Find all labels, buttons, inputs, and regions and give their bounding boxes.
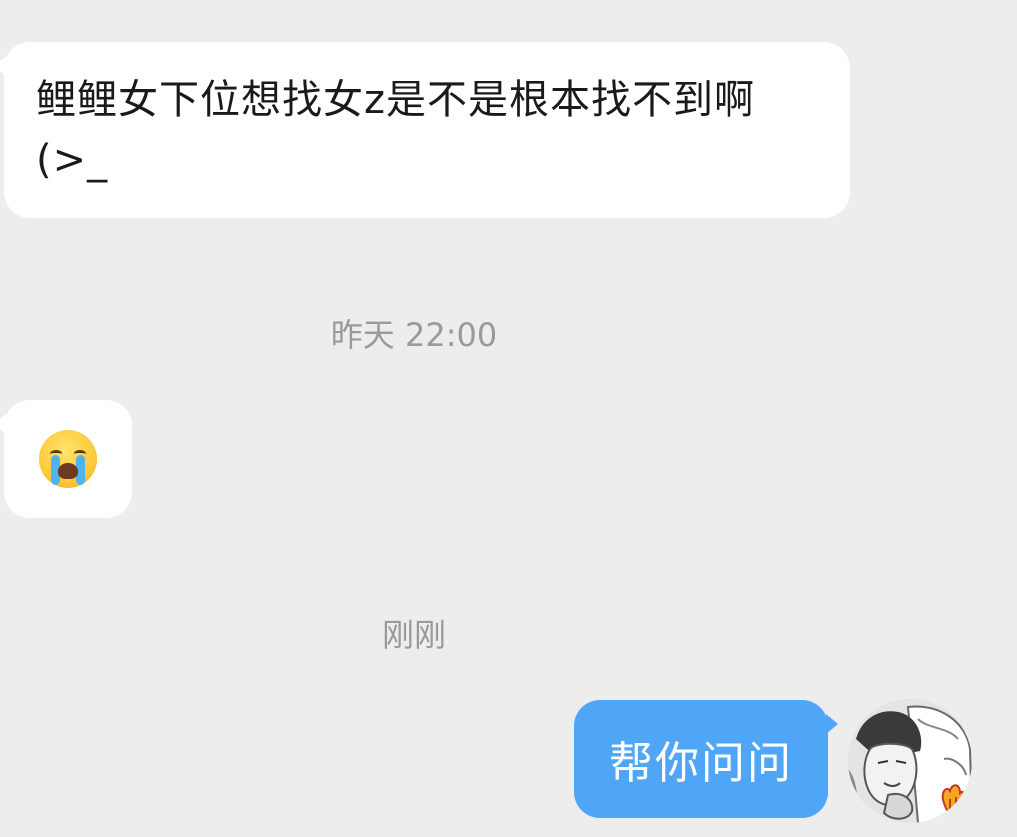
incoming-message-bubble[interactable]: 鲤鲤女下位想找女z是不是根本找不到啊 (>_ [0, 42, 850, 218]
message-text: 鲤鲤女下位想找女z是不是根本找不到啊 (>_ [36, 77, 755, 183]
avatar[interactable] [848, 699, 972, 823]
chat-window: 鲤鲤女下位想找女z是不是根本找不到啊 (>_ 昨天 22:00 刚刚 帮你问问 [0, 0, 1017, 837]
outgoing-message-bubble[interactable]: 帮你问问 [574, 700, 838, 818]
message-text: 帮你问问 [609, 738, 793, 789]
avatar-illustration-icon [848, 699, 972, 823]
loudly-crying-face-icon [39, 430, 97, 488]
timestamp: 昨天 22:00 [330, 316, 498, 354]
incoming-emoji-bubble[interactable] [0, 400, 132, 518]
timestamp: 刚刚 [381, 616, 446, 654]
